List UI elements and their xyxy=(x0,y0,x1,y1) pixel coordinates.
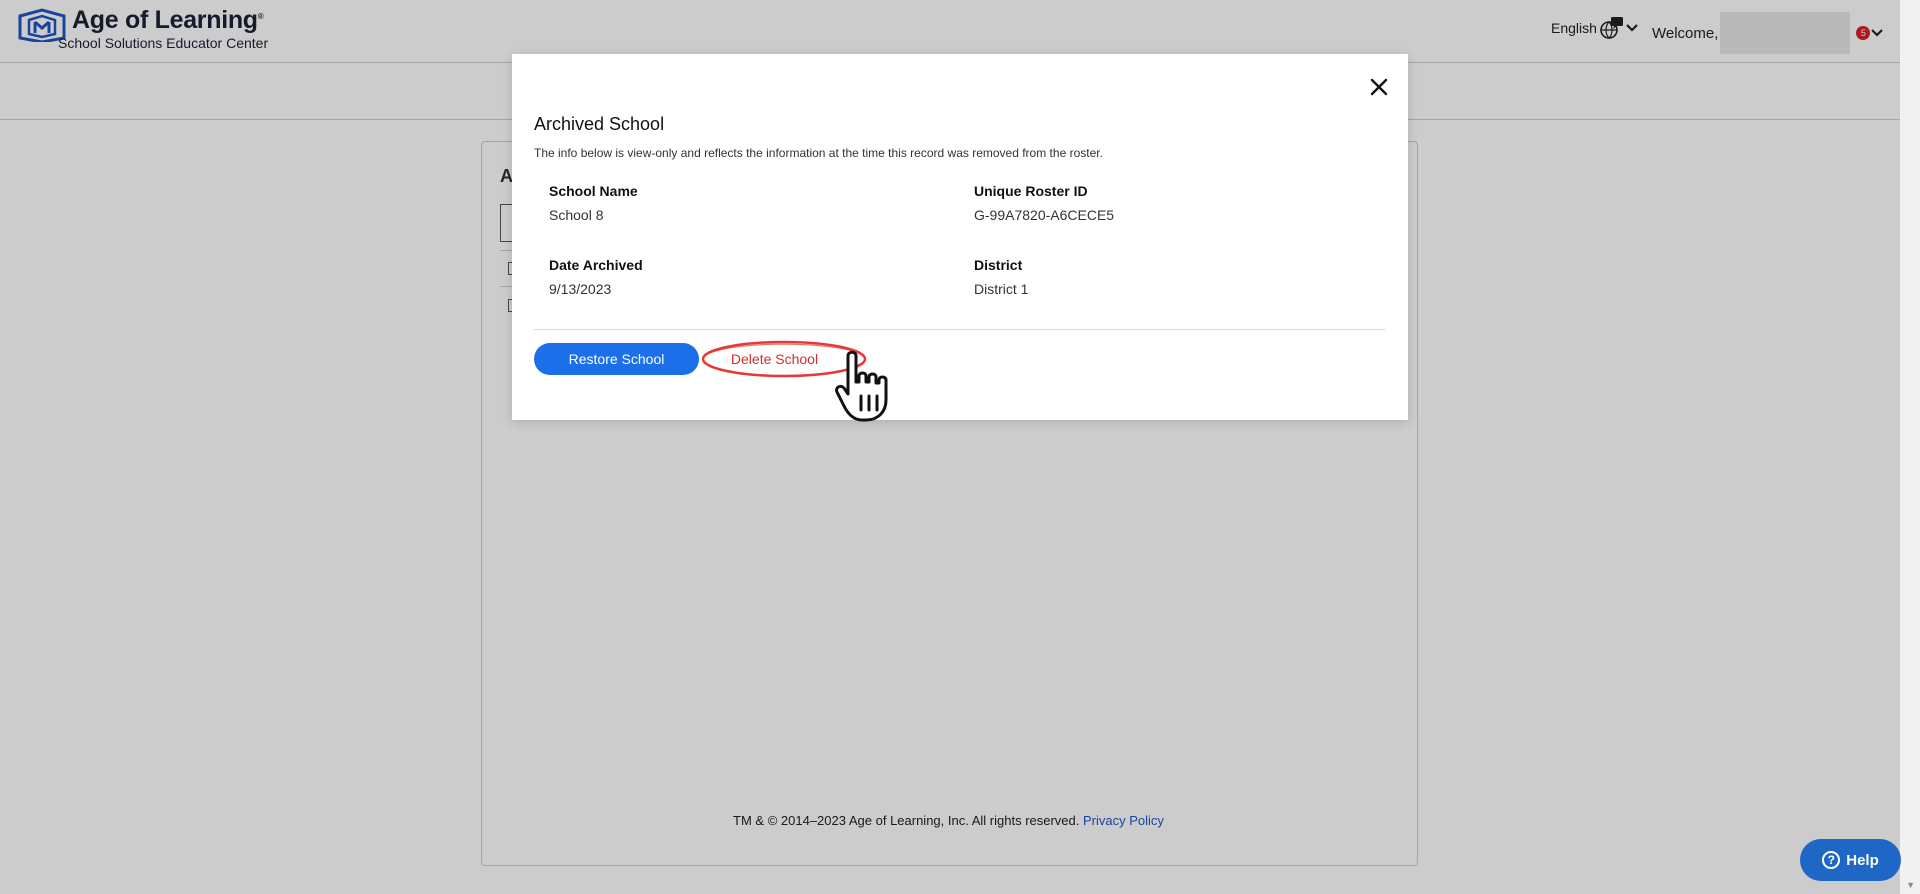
help-label: Help xyxy=(1846,851,1879,869)
school-name-label: School Name xyxy=(549,183,638,199)
modal-description: The info below is view-only and reflects… xyxy=(534,146,1103,160)
school-name-value: School 8 xyxy=(549,207,604,223)
date-archived-label: Date Archived xyxy=(549,257,643,273)
roster-id-label: Unique Roster ID xyxy=(974,183,1088,199)
archived-school-modal: Archived School The info below is view-o… xyxy=(512,54,1408,422)
page-scrollbar[interactable]: ▼ xyxy=(1900,0,1920,894)
district-label: District xyxy=(974,257,1023,273)
modal-divider xyxy=(534,329,1385,330)
restore-school-button[interactable]: Restore School xyxy=(534,343,699,375)
scroll-down-arrow-icon[interactable]: ▼ xyxy=(1906,880,1915,890)
close-button[interactable] xyxy=(1364,72,1394,102)
date-archived-value: 9/13/2023 xyxy=(549,281,612,297)
roster-id-value: G-99A7820-A6CECE5 xyxy=(974,207,1115,223)
modal-title: Archived School xyxy=(534,114,665,134)
delete-school-button[interactable]: Delete School xyxy=(702,343,847,375)
question-icon: ? xyxy=(1822,851,1841,869)
help-button[interactable]: ? Help xyxy=(1800,839,1901,881)
district-value: District 1 xyxy=(974,281,1029,297)
close-icon xyxy=(1370,78,1388,96)
